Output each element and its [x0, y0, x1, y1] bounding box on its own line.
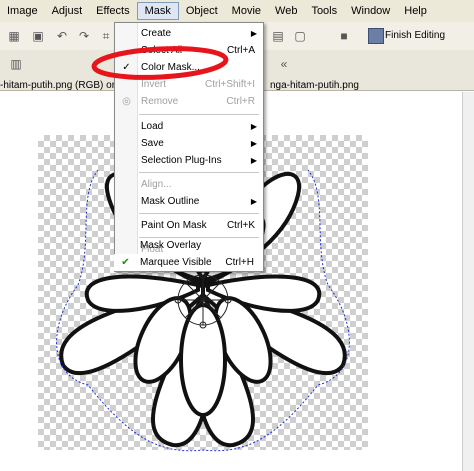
layer-icon[interactable]: ▥ [8, 56, 24, 72]
menu-item-selection-plugins[interactable]: Selection Plug-Ins ▶ [115, 152, 263, 169]
color-mask-icon: ✓ [122, 62, 131, 73]
menu-item-shortcut: Ctrl+H [225, 257, 254, 268]
menu-item-label: Create [141, 28, 172, 39]
menu-item-label: Mask Overlay [140, 240, 202, 251]
menu-tools[interactable]: Tools [304, 2, 344, 20]
menu-item-marquee-visible[interactable]: ✔ Marquee Visible Ctrl+H [114, 254, 262, 271]
remove-icon: ◎ [122, 96, 131, 107]
menu-item-color-mask[interactable]: ✓ Color Mask... [115, 59, 263, 76]
menu-item-shortcut: Ctrl+K [226, 220, 255, 231]
menu-item-label: Remove [141, 96, 179, 107]
finish-editing-button[interactable]: Finish Editing [385, 28, 445, 44]
menu-item-label: Selection Plug-Ins [141, 155, 222, 166]
menu-item-create[interactable]: Create ▶ [115, 25, 263, 42]
menu-mask[interactable]: Mask [136, 2, 179, 20]
checkmark-icon: ✔ [121, 257, 130, 268]
mask-view-icon[interactable]: ▢ [292, 28, 308, 44]
grid-icon[interactable]: ▦ [6, 28, 22, 44]
crop-icon[interactable]: ⌗ [98, 28, 114, 44]
menu-object[interactable]: Object [179, 2, 225, 20]
menu-item-load[interactable]: Load ▶ [115, 118, 263, 135]
menu-item-remove[interactable]: ◎ Remove Ctrl+R [115, 93, 263, 110]
menu-movie[interactable]: Movie [225, 2, 268, 20]
menu-separator [139, 213, 259, 214]
finish-editing-icon[interactable] [368, 28, 384, 44]
menu-item-paint-on-mask[interactable]: Paint On Mask Ctrl+K [115, 217, 263, 234]
menu-item-shortcut: Ctrl+A [226, 45, 255, 56]
menu-item-label: Marquee Visible [140, 257, 212, 268]
color-icon[interactable]: ■ [336, 28, 352, 44]
menu-item-label: Save [141, 138, 164, 149]
mask-dropdown-menu: Create ▶ Select All Ctrl+A ✓ Color Mask.… [114, 22, 264, 272]
submenu-arrow-icon: ▶ [250, 156, 257, 165]
tool-icon[interactable]: ▤ [270, 28, 286, 44]
menu-web[interactable]: Web [268, 2, 304, 20]
submenu-arrow-icon: ▶ [250, 29, 257, 38]
menu-item-label: Align... [141, 179, 172, 190]
menu-separator [139, 114, 259, 115]
back-icon[interactable]: « [276, 56, 292, 72]
redo-icon[interactable]: ↷ [76, 28, 92, 44]
menu-separator [139, 172, 259, 173]
menu-item-label: Paint On Mask [141, 220, 207, 231]
menu-adjust[interactable]: Adjust [45, 2, 90, 20]
submenu-arrow-icon: ▶ [250, 122, 257, 131]
menu-item-label: Load [141, 121, 164, 132]
undo-icon[interactable]: ↶ [54, 28, 70, 44]
menu-item-label: Mask Outline [141, 196, 200, 207]
menu-item-label: Color Mask... [141, 62, 200, 73]
menu-item-align[interactable]: Align... [115, 176, 263, 193]
menu-item-save[interactable]: Save ▶ [115, 135, 263, 152]
menu-item-invert[interactable]: Invert Ctrl+Shift+I [115, 76, 263, 93]
menu-effects[interactable]: Effects [89, 2, 136, 20]
menu-item-shortcut: Ctrl+R [226, 96, 255, 107]
menu-item-label: Invert [141, 79, 167, 90]
menu-window[interactable]: Window [344, 2, 397, 20]
menu-item-select-all[interactable]: Select All Ctrl+A [115, 42, 263, 59]
menu-item-shortcut: Ctrl+Shift+I [204, 79, 255, 90]
submenu-arrow-icon: ▶ [250, 197, 257, 206]
menu-item-mask-outline[interactable]: Mask Outline ▶ [115, 193, 263, 210]
menu-help[interactable]: Help [397, 2, 434, 20]
menu-image[interactable]: Image [0, 2, 45, 20]
menu-item-mask-overlay[interactable]: Mask Overlay [114, 237, 262, 254]
menu-bar: Image Adjust Effects Mask Object Movie W… [0, 0, 474, 23]
vertical-scrollbar[interactable] [462, 92, 474, 471]
save-icon[interactable]: ▣ [30, 28, 46, 44]
menu-item-label: Select All [141, 45, 183, 56]
document-tab-right[interactable]: nga-hitam-putih.png [270, 80, 359, 91]
submenu-arrow-icon: ▶ [250, 139, 257, 148]
